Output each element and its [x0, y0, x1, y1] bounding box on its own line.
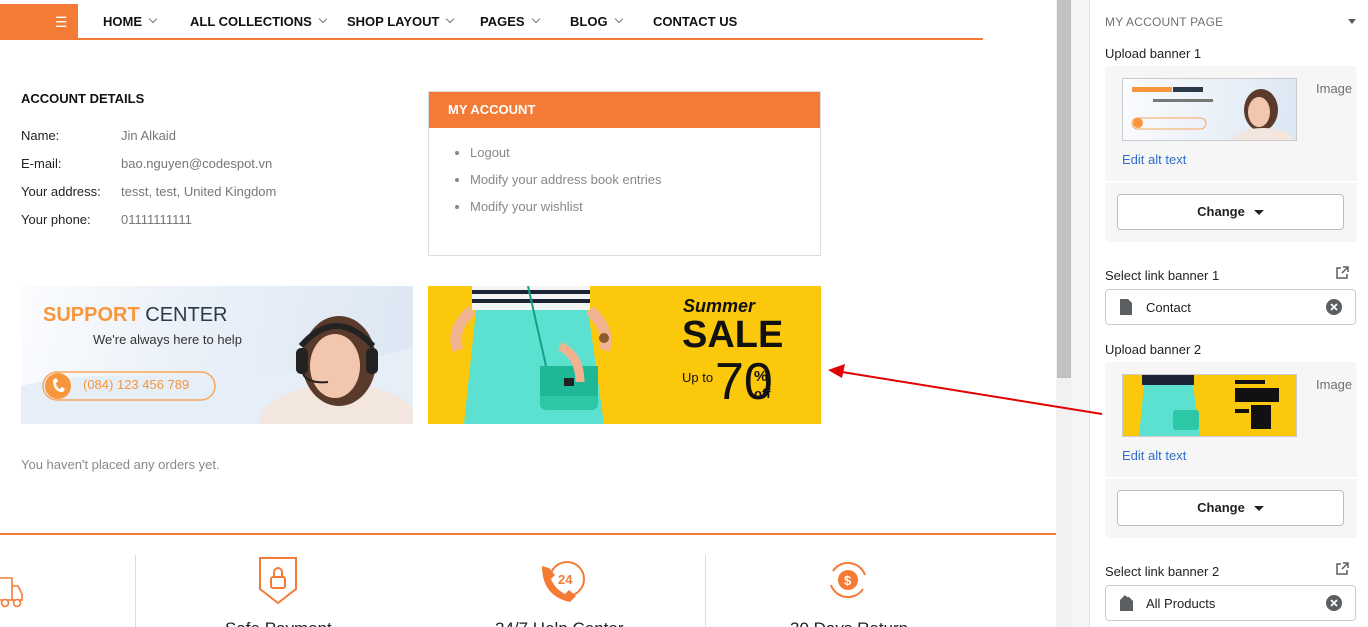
annotation-arrow: [828, 364, 1103, 415]
